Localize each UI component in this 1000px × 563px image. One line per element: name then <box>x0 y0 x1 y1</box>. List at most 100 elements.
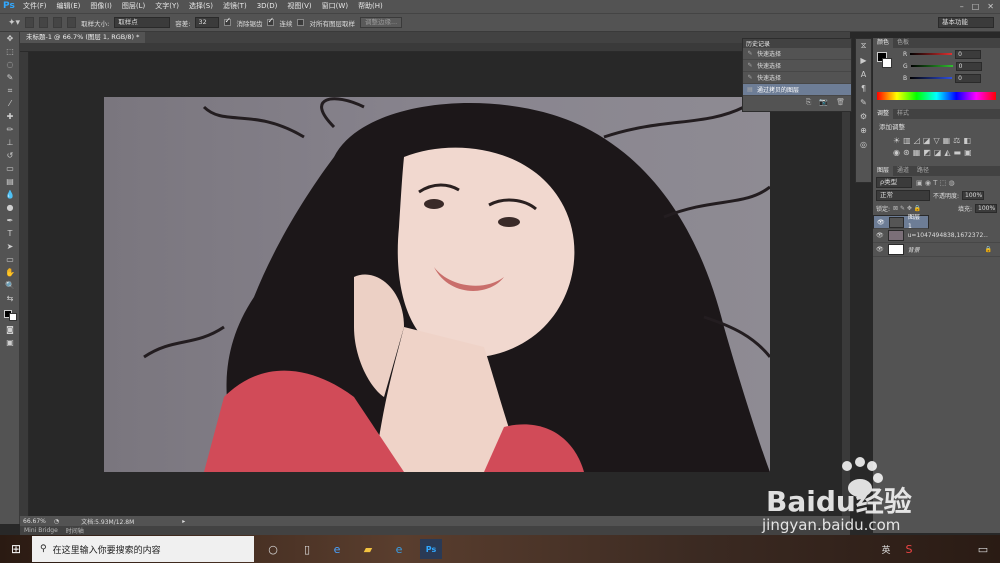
path-selection-tool-icon[interactable]: ➤ <box>0 240 20 253</box>
ime-indicator[interactable]: 英 <box>875 539 897 559</box>
dodge-tool-icon[interactable]: ● <box>0 201 20 214</box>
status-info-icon[interactable]: ◔ <box>54 518 59 525</box>
menu-view[interactable]: 视图(V) <box>282 0 316 13</box>
tab-adjustments[interactable]: 调整 <box>873 109 894 119</box>
menu-file[interactable]: 文件(F) <box>18 0 52 13</box>
tab-paths[interactable]: 路径 <box>913 166 933 176</box>
menu-filter[interactable]: 滤镜(T) <box>218 0 252 13</box>
color-spectrum[interactable] <box>877 92 996 100</box>
posterize-icon[interactable]: ◪ <box>934 148 942 157</box>
workspace-select[interactable]: 基本功能 <box>938 17 994 28</box>
menu-3d[interactable]: 3D(D) <box>252 0 283 13</box>
status-menu-arrow-icon[interactable]: ▸ <box>182 518 185 525</box>
layer-filter-select[interactable]: ρ类型 <box>876 177 912 188</box>
task-view-icon[interactable]: ○ <box>262 539 284 559</box>
properties-panel-icon[interactable]: ◎ <box>856 137 871 151</box>
selective-color-icon[interactable]: ▣ <box>964 148 972 157</box>
eraser-tool-icon[interactable]: ▭ <box>0 162 20 175</box>
gradient-tool-icon[interactable]: ▤ <box>0 175 20 188</box>
tab-styles[interactable]: 样式 <box>893 109 913 119</box>
eye-icon[interactable]: 👁 <box>876 246 884 253</box>
green-value[interactable]: 0 <box>955 61 982 71</box>
antialias-checkbox[interactable] <box>224 16 232 26</box>
history-panel-title[interactable]: 历史记录 <box>746 39 770 48</box>
invert-icon[interactable]: ◩ <box>923 148 931 157</box>
blue-slider[interactable]: B 0 <box>873 72 1000 84</box>
add-selection-icon[interactable] <box>39 17 49 28</box>
type-tool-icon[interactable]: T <box>0 227 20 240</box>
clone-source-icon[interactable]: ⊕ <box>856 123 871 137</box>
history-item[interactable]: ✎ 快速选择 <box>743 72 851 84</box>
levels-icon[interactable]: ▥ <box>903 136 911 145</box>
photo-filter-icon[interactable]: ◉ <box>893 148 900 157</box>
blue-value[interactable]: 0 <box>955 73 982 83</box>
document-image[interactable] <box>104 97 772 472</box>
notification-icon[interactable]: ▭ <box>972 539 994 559</box>
new-document-icon[interactable]: ⎘ <box>806 98 812 107</box>
tolerance-input[interactable]: 32 <box>195 17 220 28</box>
windows-start-icon[interactable]: ⊞ <box>0 535 32 563</box>
red-value[interactable]: 0 <box>955 49 982 59</box>
actions-panel-icon[interactable]: ▶ <box>856 53 871 67</box>
sogou-icon[interactable]: S <box>898 539 920 559</box>
file-explorer-icon[interactable]: ▰ <box>357 539 379 559</box>
layer-row[interactable]: 👁 图层 1 <box>873 214 929 230</box>
eye-icon[interactable]: 👁 <box>877 218 885 227</box>
eyedropper-tool-icon[interactable]: ⁄ <box>0 97 20 110</box>
taskbar-search[interactable]: ⚲ 在这里输入你要搜索的内容 <box>32 536 254 562</box>
marquee-tool-icon[interactable]: ⬚ <box>0 45 20 58</box>
red-slider[interactable]: R 0 <box>873 48 1000 60</box>
minimize-icon[interactable]: – <box>960 2 964 11</box>
history-brush-tool-icon[interactable]: ↺ <box>0 149 20 162</box>
tab-mini-bridge[interactable]: Mini Bridge <box>24 527 58 534</box>
clone-stamp-tool-icon[interactable]: ⊥ <box>0 136 20 149</box>
sample-size-select[interactable]: 取样点 <box>114 17 171 28</box>
quick-selection-tool-icon[interactable]: ✎ <box>0 71 20 84</box>
subtract-selection-icon[interactable] <box>53 17 63 28</box>
refine-edge-button[interactable]: 调整边缘... <box>359 17 403 28</box>
history-item[interactable]: ✎ 快速选择 <box>743 48 851 60</box>
opacity-input[interactable]: 100% <box>962 191 985 200</box>
tool-presets-icon[interactable]: ⚙ <box>856 109 871 123</box>
history-panel-icon[interactable]: ⧖ <box>856 39 871 53</box>
vertical-scrollbar[interactable] <box>842 52 850 516</box>
new-selection-icon[interactable] <box>25 17 35 28</box>
history-item-active[interactable]: ▤ 通过拷贝的图层 <box>743 84 851 96</box>
zoom-level[interactable]: 66.67% <box>23 518 46 525</box>
color-balance-icon[interactable]: ⚖ <box>953 136 960 145</box>
ie-browser-icon[interactable]: e <box>388 539 410 559</box>
background-color-swatch[interactable] <box>882 58 892 68</box>
move-tool-icon[interactable]: ✥ <box>0 32 20 45</box>
document-tab[interactable]: 未标题-1 @ 66.7% (图层 1, RGB/8) * <box>20 32 146 43</box>
character-panel-icon[interactable]: A <box>856 67 871 81</box>
intersect-selection-icon[interactable] <box>67 17 77 28</box>
brightness-icon[interactable]: ☀ <box>893 136 900 145</box>
layer-row[interactable]: 👁 u=1047494838,1672372... <box>873 229 1000 243</box>
snapshot-icon[interactable]: 📷 <box>819 98 828 107</box>
color-lookup-icon[interactable]: ▦ <box>913 148 921 157</box>
lasso-tool-icon[interactable]: ◌ <box>0 58 20 71</box>
history-item[interactable]: ✎ 快速选择 <box>743 60 851 72</box>
close-icon[interactable]: ✕ <box>987 2 994 11</box>
blend-mode-select[interactable]: 正常 <box>876 190 930 201</box>
layer-row[interactable]: 👁 背景 🔒 <box>873 243 1000 257</box>
menu-select[interactable]: 选择(S) <box>184 0 218 13</box>
crop-tool-icon[interactable]: ⌗ <box>0 84 20 97</box>
hand-tool-icon[interactable]: ✋ <box>0 266 20 279</box>
contiguous-checkbox[interactable] <box>267 16 275 26</box>
blur-tool-icon[interactable]: 💧 <box>0 188 20 201</box>
tab-color[interactable]: 颜色 <box>873 38 894 48</box>
menu-image[interactable]: 图像(I) <box>85 0 117 13</box>
curves-icon[interactable]: ◿ <box>914 136 920 145</box>
tab-swatches[interactable]: 色板 <box>893 38 913 48</box>
color-swatches-icon[interactable] <box>0 305 20 323</box>
trash-icon[interactable]: 🗑 <box>836 98 845 107</box>
paragraph-panel-icon[interactable]: ¶ <box>856 81 871 95</box>
rectangle-tool-icon[interactable]: ▭ <box>0 253 20 266</box>
people-icon[interactable]: ▯ <box>296 539 318 559</box>
magic-wand-icon[interactable]: ✦▾ <box>8 18 20 28</box>
threshold-icon[interactable]: ◭ <box>944 148 950 157</box>
menu-window[interactable]: 窗口(W) <box>317 0 353 13</box>
gradient-map-icon[interactable]: ▬ <box>954 148 962 157</box>
tab-timeline[interactable]: 时间轴 <box>66 526 84 535</box>
